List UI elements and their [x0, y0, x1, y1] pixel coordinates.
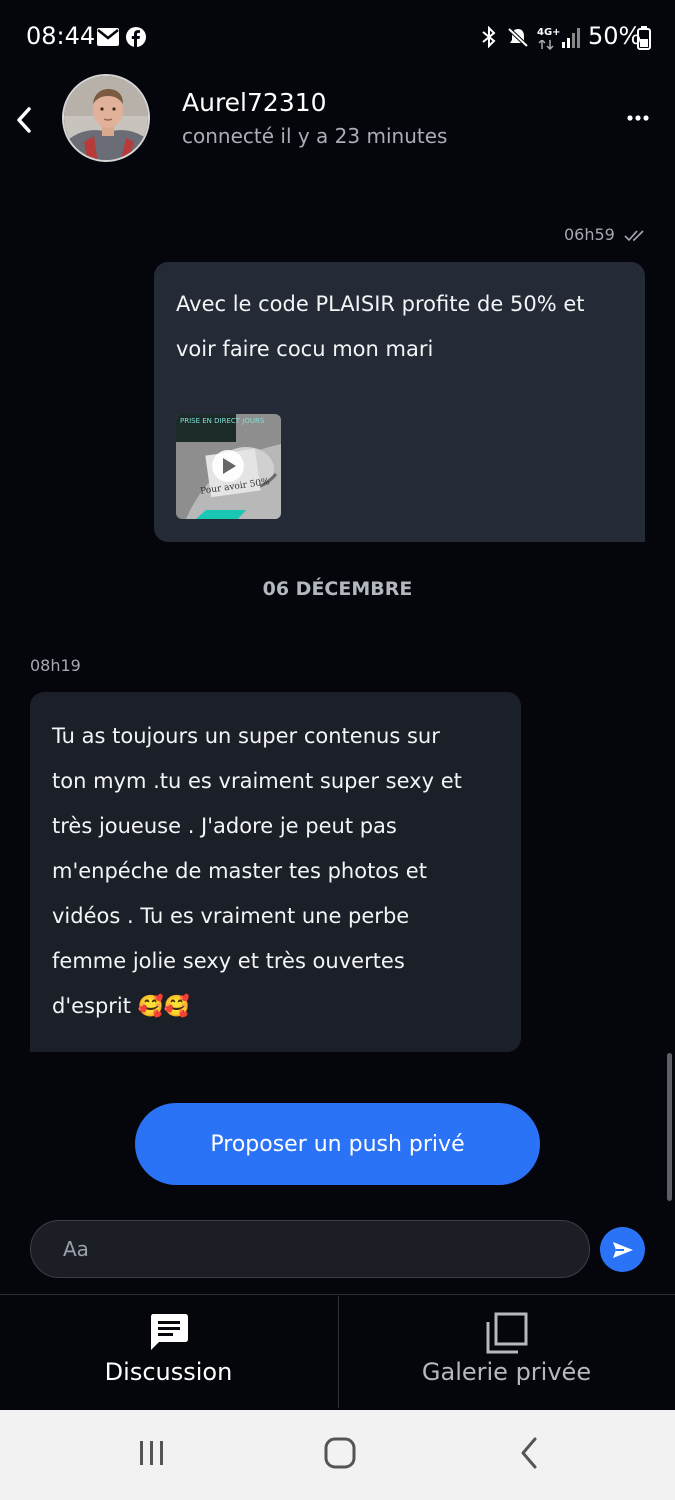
recent-apps-button[interactable] — [130, 1432, 174, 1476]
back-button[interactable] — [8, 100, 40, 140]
system-back-button[interactable] — [508, 1431, 552, 1475]
facebook-icon — [126, 27, 146, 47]
scrollbar[interactable] — [667, 1053, 672, 1201]
message-time: 06h59 — [564, 225, 615, 244]
network-icon — [538, 40, 554, 50]
chevron-left-icon — [521, 1437, 537, 1469]
tab-label: Discussion — [104, 1358, 233, 1386]
mute-icon — [507, 27, 529, 48]
send-button[interactable] — [600, 1227, 645, 1272]
battery-level: 50% — [588, 22, 642, 50]
avatar[interactable] — [62, 74, 150, 162]
status-time: 08:44 — [26, 22, 96, 50]
bluetooth-icon — [482, 26, 496, 48]
home-icon — [324, 1437, 356, 1469]
message-text: Tu as toujours un super contenus sur ton… — [52, 724, 462, 1018]
signal-icon — [562, 28, 580, 48]
message-time: 08h19 — [30, 656, 81, 675]
back-icon — [17, 107, 31, 133]
message-text: Avec le code PLAISIR profite de 50% et v… — [176, 292, 585, 361]
network-type: 4G+ — [537, 27, 561, 38]
home-button[interactable] — [318, 1431, 362, 1475]
message-input[interactable] — [30, 1220, 590, 1278]
tab-private-gallery[interactable]: Galerie privée — [338, 1296, 675, 1408]
read-receipt-icon — [624, 230, 644, 242]
tab-label: Galerie privée — [421, 1358, 592, 1386]
more-button[interactable] — [620, 104, 656, 132]
mail-icon — [97, 28, 119, 46]
date-separator: 06 DÉCEMBRE — [262, 578, 413, 600]
gallery-icon — [486, 1312, 528, 1354]
more-icon — [627, 115, 649, 121]
chat-icon — [151, 1314, 188, 1350]
propose-push-button[interactable]: Proposer un push privé — [135, 1103, 540, 1185]
video-overlay-text: PRISE EN DIRECT JOURS — [180, 417, 265, 425]
contact-status: connecté il y a 23 minutes — [182, 124, 448, 148]
recents-icon — [140, 1441, 163, 1465]
send-icon — [612, 1241, 633, 1258]
battery-icon — [637, 26, 651, 50]
video-attachment[interactable]: PRISE EN DIRECT JOURS Pour avoir 50% — [176, 414, 281, 519]
message-bubble-incoming[interactable]: Tu as toujours un super contenus sur ton… — [30, 692, 521, 1052]
contact-name[interactable]: Aurel72310 — [182, 88, 327, 117]
tab-discussion[interactable]: Discussion — [0, 1296, 337, 1408]
